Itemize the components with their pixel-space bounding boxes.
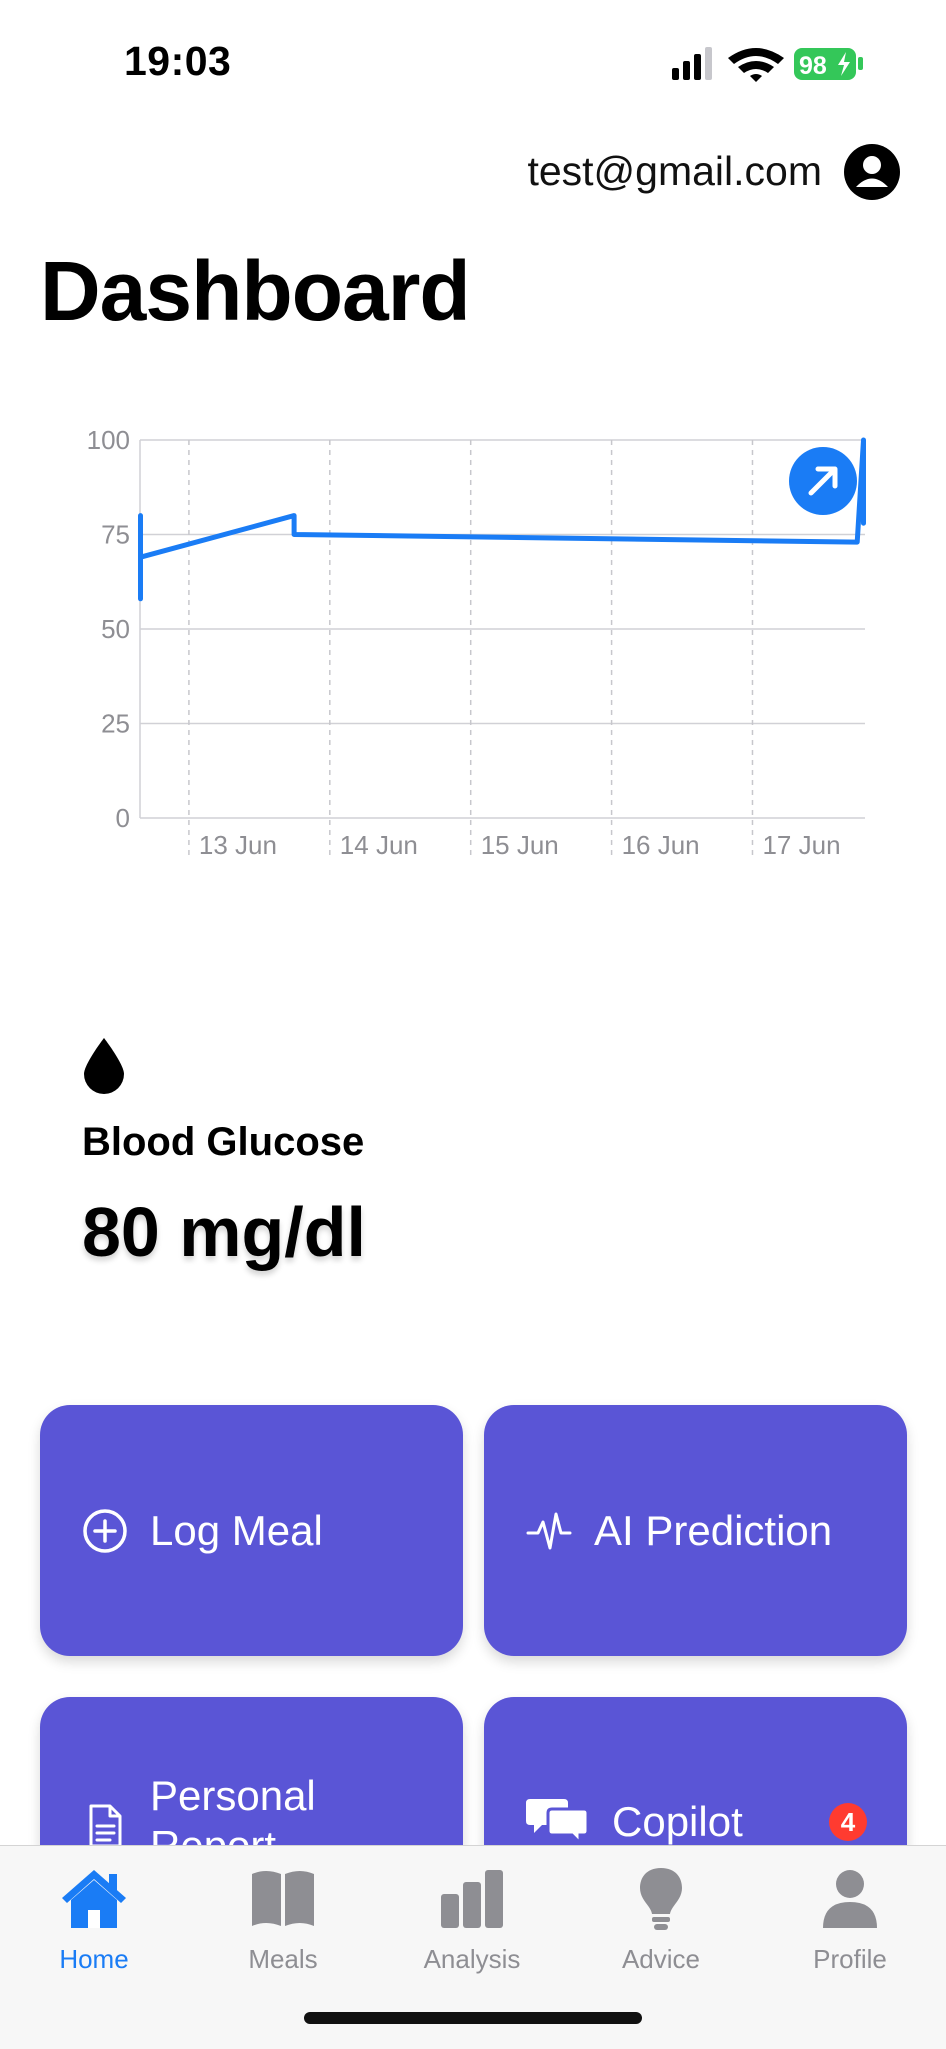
tab-analysis-label: Analysis [423, 1944, 521, 1974]
copilot-label: Copilot [612, 1798, 743, 1845]
expand-chart-button[interactable] [789, 447, 857, 515]
notification-badge: 4 [829, 1803, 867, 1841]
lightbulb-icon [640, 1868, 682, 1930]
tab-home[interactable]: Home [14, 1866, 174, 1986]
bar-chart-icon [441, 1870, 503, 1928]
glucose-series-line [138, 437, 866, 602]
user-email[interactable]: test@gmail.com [527, 148, 822, 195]
glucose-chart[interactable]: 100 75 50 25 0 13 Jun 14 Jun 15 Jun 16 Jun 17 Jun [0, 400, 946, 880]
battery-icon: 98 [794, 48, 863, 80]
tab-meals[interactable]: Meals [203, 1866, 363, 1986]
y-tick-label: 25 [101, 709, 130, 739]
tab-profile[interactable]: Profile [770, 1866, 930, 1986]
person-icon [823, 1870, 877, 1928]
glucose-value: 80 mg/dl [82, 1193, 366, 1271]
tab-analysis[interactable]: Analysis [392, 1866, 552, 1986]
tab-home-label: Home [59, 1944, 129, 1974]
ai-prediction-button[interactable]: AI Prediction [484, 1405, 907, 1656]
y-tick-label: 50 [101, 614, 130, 644]
status-icons: 98 [672, 47, 863, 82]
y-tick-label: 100 [87, 425, 130, 455]
account-icon[interactable] [844, 144, 900, 200]
x-tick-label: 17 Jun [762, 830, 840, 860]
x-tick-label: 15 Jun [481, 830, 559, 860]
tab-advice[interactable]: Advice [581, 1866, 741, 1986]
tab-profile-label: Profile [813, 1944, 887, 1974]
ai-prediction-label: AI Prediction [594, 1506, 833, 1554]
chat-bubbles-icon [526, 1799, 590, 1845]
page-title: Dashboard [40, 244, 471, 338]
waveform-icon [526, 1512, 572, 1549]
log-meal-button[interactable]: Log Meal [40, 1405, 463, 1656]
log-meal-label: Log Meal [150, 1506, 323, 1554]
y-tick-label: 75 [101, 520, 130, 550]
status-time: 19:03 [124, 38, 232, 84]
tab-meals-label: Meals [248, 1944, 318, 1974]
document-icon [89, 1804, 122, 1848]
y-tick-label: 0 [116, 803, 130, 833]
battery-level: 98 [799, 52, 827, 80]
x-tick-label: 14 Jun [340, 830, 418, 860]
signal-icon [672, 47, 712, 80]
drop-icon [84, 1038, 124, 1094]
x-tick-label: 16 Jun [622, 830, 700, 860]
tab-advice-label: Advice [621, 1944, 701, 1974]
home-indicator [304, 2012, 642, 2024]
house-icon [62, 1870, 126, 1928]
wifi-icon [728, 48, 784, 82]
x-tick-label: 13 Jun [199, 830, 277, 860]
book-icon [252, 1871, 314, 1926]
glucose-label: Blood Glucose [82, 1120, 365, 1164]
plus-circle-icon [83, 1508, 127, 1553]
